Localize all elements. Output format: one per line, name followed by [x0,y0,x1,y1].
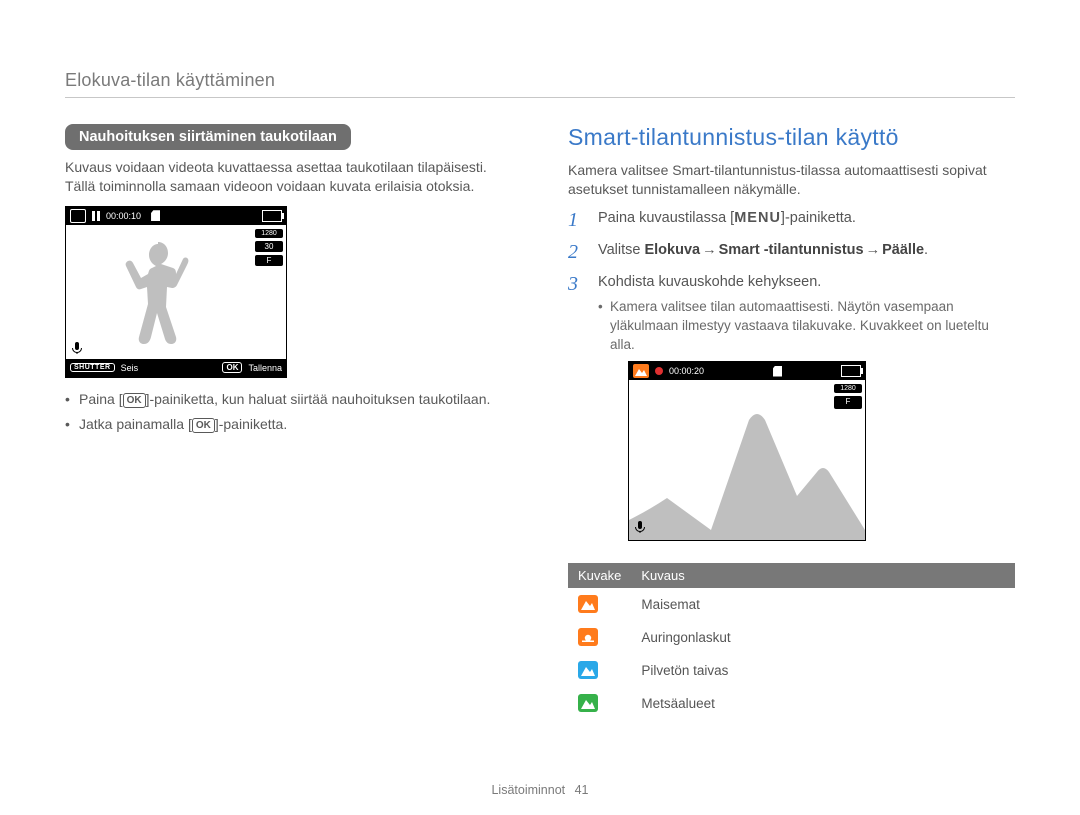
bullet-text: ]-painiketta, kun haluat siirtää nauhoit… [146,391,491,407]
bullet-pause: Paina [OK]-painiketta, kun haluat siirtä… [65,390,512,410]
running-head: Elokuva-tilan käyttäminen [65,70,1015,98]
af-chip: F [255,255,283,266]
mic-icon [633,520,647,534]
bullet-text: Jatka painamalla [ [79,416,192,432]
sunset-icon [578,628,598,646]
icon-table-body: Maisemat Auringonlaskut Pilvetön taivas … [568,588,1015,720]
table-row: Auringonlaskut [568,621,1015,654]
numbered-steps: 1 Paina kuvaustilassa [MENU]-painiketta.… [568,209,1015,541]
txt: ]-painiketta. [781,210,856,226]
section-heading: Smart-tilantunnistus-tilan käyttö [568,124,1015,151]
cam2-time: 00:00:20 [669,365,704,377]
fps-chip: 30 [255,241,283,252]
pause-icon [92,211,100,221]
battery-icon [841,365,861,377]
row-label: Auringonlaskut [631,621,1015,654]
cam1-botbar: SHUTTER Seis OK Tallenna [66,359,286,377]
right-column: Smart-tilantunnistus-tilan käyttö Kamera… [568,124,1015,720]
sub-bullet: Kamera valitsee tilan automaattisesti. N… [598,298,1015,355]
txt: Valitse [598,242,644,258]
battery-icon [262,210,282,222]
person-silhouette [110,239,210,357]
step3-sub: Kamera valitsee tilan automaattisesti. N… [598,298,1015,355]
clearsky-icon [578,661,598,679]
step-3: 3 Kohdista kuvauskohde kehykseen. Kamera… [568,273,1015,541]
ok-badge: OK [222,362,242,373]
arrow-icon: → [702,241,717,261]
page-number: 41 [575,783,589,797]
ok-inline-icon: OK [192,418,215,433]
footer-section: Lisätoiminnot [491,783,565,797]
row-label: Maisemat [631,588,1015,621]
scene-landscape-icon [633,364,649,378]
step-number: 1 [568,209,584,231]
table-row: Metsäalueet [568,687,1015,720]
table-row: Maisemat [568,588,1015,621]
section-pill: Nauhoituksen siirtäminen taukotilaan [65,124,351,150]
cam1-topbar: 00:00:10 [66,207,286,225]
row-label: Pilvetön taivas [631,654,1015,687]
left-bullets: Paina [OK]-painiketta, kun haluat siirtä… [65,390,512,435]
sd-icon [151,210,160,221]
section-intro: Kamera valitsee Smart-tilantunnistus-til… [568,161,1015,199]
camera-preview-smart: 00:00:20 1280 F [628,361,866,541]
icon-table: Kuvake Kuvaus Maisemat Auringonlaskut [568,563,1015,720]
landscape-icon [578,595,598,613]
cam1-side-icons: 1280 30 F [255,229,283,266]
page-footer: Lisätoiminnot 41 [0,783,1080,797]
camera-preview-pause: 00:00:10 1280 30 F SHUTTER Seis [65,206,287,378]
rec-icon [655,367,663,375]
cam1-time: 00:00:10 [106,211,141,221]
cam2-topbar: 00:00:20 [629,362,865,380]
forest-icon [578,694,598,712]
arrow-icon: → [866,241,881,261]
mic-icon [70,341,84,355]
step-2: 2 Valitse Elokuva→Smart -tilantunnistus→… [568,241,1015,263]
bullet-resume: Jatka painamalla [OK]-painiketta. [65,415,512,435]
table-row: Pilvetön taivas [568,654,1015,687]
shutter-text: Seis [121,363,139,373]
ok-inline-icon: OK [123,393,146,408]
txt: Smart -tilantunnistus [719,242,864,258]
resolution-chip: 1280 [255,229,283,238]
bullet-text: ]-painiketta. [215,416,287,432]
step-text: Kohdista kuvauskohde kehykseen. Kamera v… [598,273,1015,541]
shutter-badge: SHUTTER [70,363,115,372]
step-number: 2 [568,241,584,263]
mountain-graphic [629,380,865,540]
txt: Elokuva [644,242,700,258]
bullet-text: Paina [ [79,391,123,407]
step-text: Paina kuvaustilassa [MENU]-painiketta. [598,209,856,231]
mode-icon [70,209,86,223]
ok-text: Tallenna [248,363,282,373]
left-column: Nauhoituksen siirtäminen taukotilaan Kuv… [65,124,512,720]
th-desc: Kuvaus [631,563,1015,588]
txt: Päälle [882,242,924,258]
txt: Kohdista kuvauskohde kehykseen. [598,274,821,290]
th-icon: Kuvake [568,563,631,588]
sd-icon [773,366,782,377]
step-text: Valitse Elokuva→Smart -tilantunnistus→Pä… [598,241,928,263]
txt: Paina kuvaustilassa [ [598,210,734,226]
intro-paragraph: Kuvaus voidaan videota kuvattaessa asett… [65,158,512,196]
row-label: Metsäalueet [631,687,1015,720]
menu-inline-icon: MENU [734,210,781,226]
step-number: 3 [568,273,584,541]
step-1: 1 Paina kuvaustilassa [MENU]-painiketta. [568,209,1015,231]
